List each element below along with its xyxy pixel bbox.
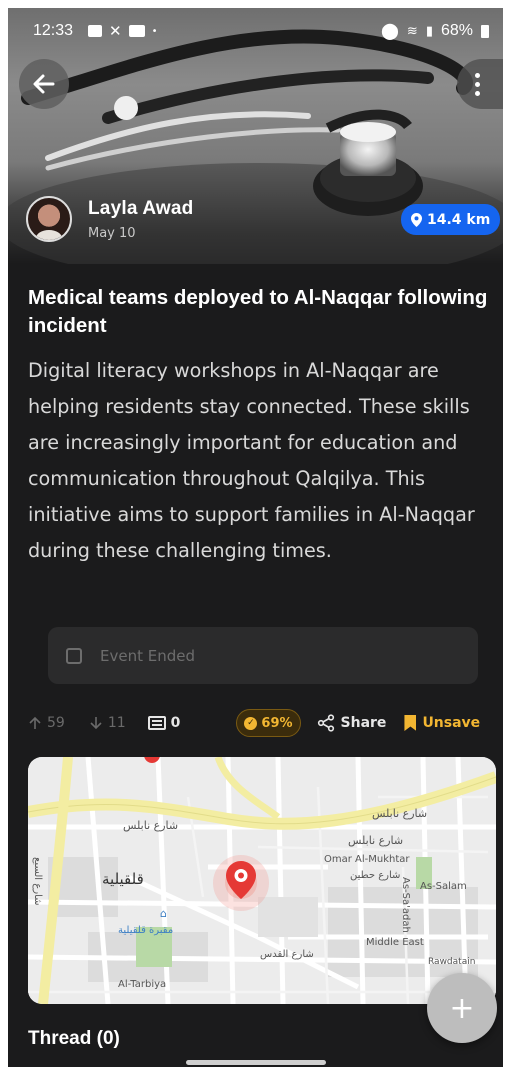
- map-label-street: شارع السبع: [32, 857, 43, 906]
- comment-count: 0: [170, 715, 181, 731]
- map-label-street: Middle East: [366, 937, 424, 948]
- map-label-street: Al-Tarbiya: [118, 979, 167, 990]
- calendar-icon: [66, 647, 82, 664]
- map-label-street: Omar Al-Mukhtar: [324, 854, 410, 865]
- home-indicator[interactable]: [186, 1060, 326, 1065]
- map-pin-icon[interactable]: [226, 861, 256, 899]
- hero-image: 12:33 ✕ • ⬤ ≋ ▮ 68% Layla Awad May 10 14…: [8, 8, 503, 264]
- more-options-button[interactable]: [457, 59, 503, 109]
- location-pin-icon: [411, 212, 422, 227]
- distance-badge: 14.4 km: [401, 204, 501, 235]
- event-status-label: Event Ended: [100, 646, 195, 665]
- x-icon: ✕: [109, 22, 122, 40]
- share-label: Share: [340, 715, 387, 731]
- share-icon: [317, 714, 334, 732]
- map-label-street: As-Salam: [420, 881, 467, 892]
- battery-percent: 68%: [440, 22, 473, 39]
- distance-value: 14.4 km: [427, 211, 491, 228]
- avatar[interactable]: [26, 196, 72, 242]
- battery-icon: [481, 24, 489, 38]
- event-status-button: Event Ended: [48, 627, 478, 684]
- map-label-city: قلقيلية: [102, 870, 144, 888]
- arrow-left-icon: [33, 74, 55, 94]
- location-icon: ⬤: [381, 23, 399, 40]
- post-detail-screen: 12:33 ✕ • ⬤ ≋ ▮ 68% Layla Awad May 10 14…: [8, 8, 503, 1067]
- author-name[interactable]: Layla Awad: [88, 198, 194, 220]
- status-time: 12:33: [33, 22, 74, 39]
- notification-icons: ✕ •: [88, 22, 157, 40]
- map-label-street: Rawdatain: [428, 957, 476, 967]
- signal-icon: ▮: [425, 23, 433, 38]
- arrow-up-icon: [29, 716, 41, 729]
- gallery-icon: [88, 25, 102, 37]
- unsave-label: Unsave: [422, 715, 481, 731]
- comment-icon: [147, 716, 166, 730]
- map-label-street: شارع حطين: [350, 870, 401, 881]
- youtube-icon: [128, 25, 145, 37]
- map-label-street: شارع القدس: [260, 949, 314, 960]
- add-comment-button[interactable]: +: [427, 973, 497, 1043]
- system-icons: ⬤ ≋ ▮ 68%: [381, 21, 489, 41]
- location-map[interactable]: شارع نابلس شارع نابلس شارع نابلس شارع ال…: [28, 757, 496, 1004]
- thread-heading: Thread (0): [28, 1028, 120, 1049]
- downvote-count: 11: [107, 715, 126, 731]
- bookmark-icon: [404, 715, 417, 731]
- upvote-button[interactable]: 59: [28, 715, 65, 731]
- map-label-cemetery: ⌂: [148, 907, 167, 920]
- author-info[interactable]: Layla Awad May 10: [26, 196, 194, 242]
- plus-icon: +: [449, 990, 475, 1026]
- map-label-street: شارع نابلس: [123, 819, 179, 832]
- more-vertical-icon: [474, 72, 480, 96]
- post-body: Digital literacy workshops in Al-Naqqar …: [28, 359, 475, 562]
- dot-icon: •: [151, 25, 158, 37]
- back-button[interactable]: [19, 59, 69, 109]
- wifi-icon: ≋: [406, 23, 418, 38]
- comments-button[interactable]: 0: [147, 715, 181, 731]
- map-label-street: As-Sa'adah: [400, 877, 411, 933]
- status-bar: 12:33 ✕ • ⬤ ≋ ▮ 68%: [8, 8, 503, 56]
- upvote-count: 59: [47, 715, 65, 731]
- credibility-score: 69%: [261, 715, 293, 731]
- post-date: May 10: [88, 225, 136, 241]
- landmark-icon: ⌂: [160, 907, 167, 920]
- map-label-cemetery-name: مقبرة قلقيلية: [118, 925, 174, 936]
- map-label-street: شارع نابلس: [348, 834, 404, 847]
- downvote-button[interactable]: 11: [89, 715, 126, 731]
- share-button[interactable]: Share: [317, 714, 387, 732]
- credibility-badge: ✓ 69%: [236, 709, 301, 737]
- unsave-button[interactable]: Unsave: [404, 715, 480, 731]
- arrow-down-icon: [90, 717, 102, 730]
- map-label-street: شارع نابلس: [372, 807, 428, 820]
- post-title: Medical teams deployed to Al-Naqqar foll…: [28, 286, 488, 337]
- post-actions: 59 11 0 ✓ 69% Share Unsave: [28, 708, 503, 738]
- verified-check-icon: ✓: [244, 716, 258, 730]
